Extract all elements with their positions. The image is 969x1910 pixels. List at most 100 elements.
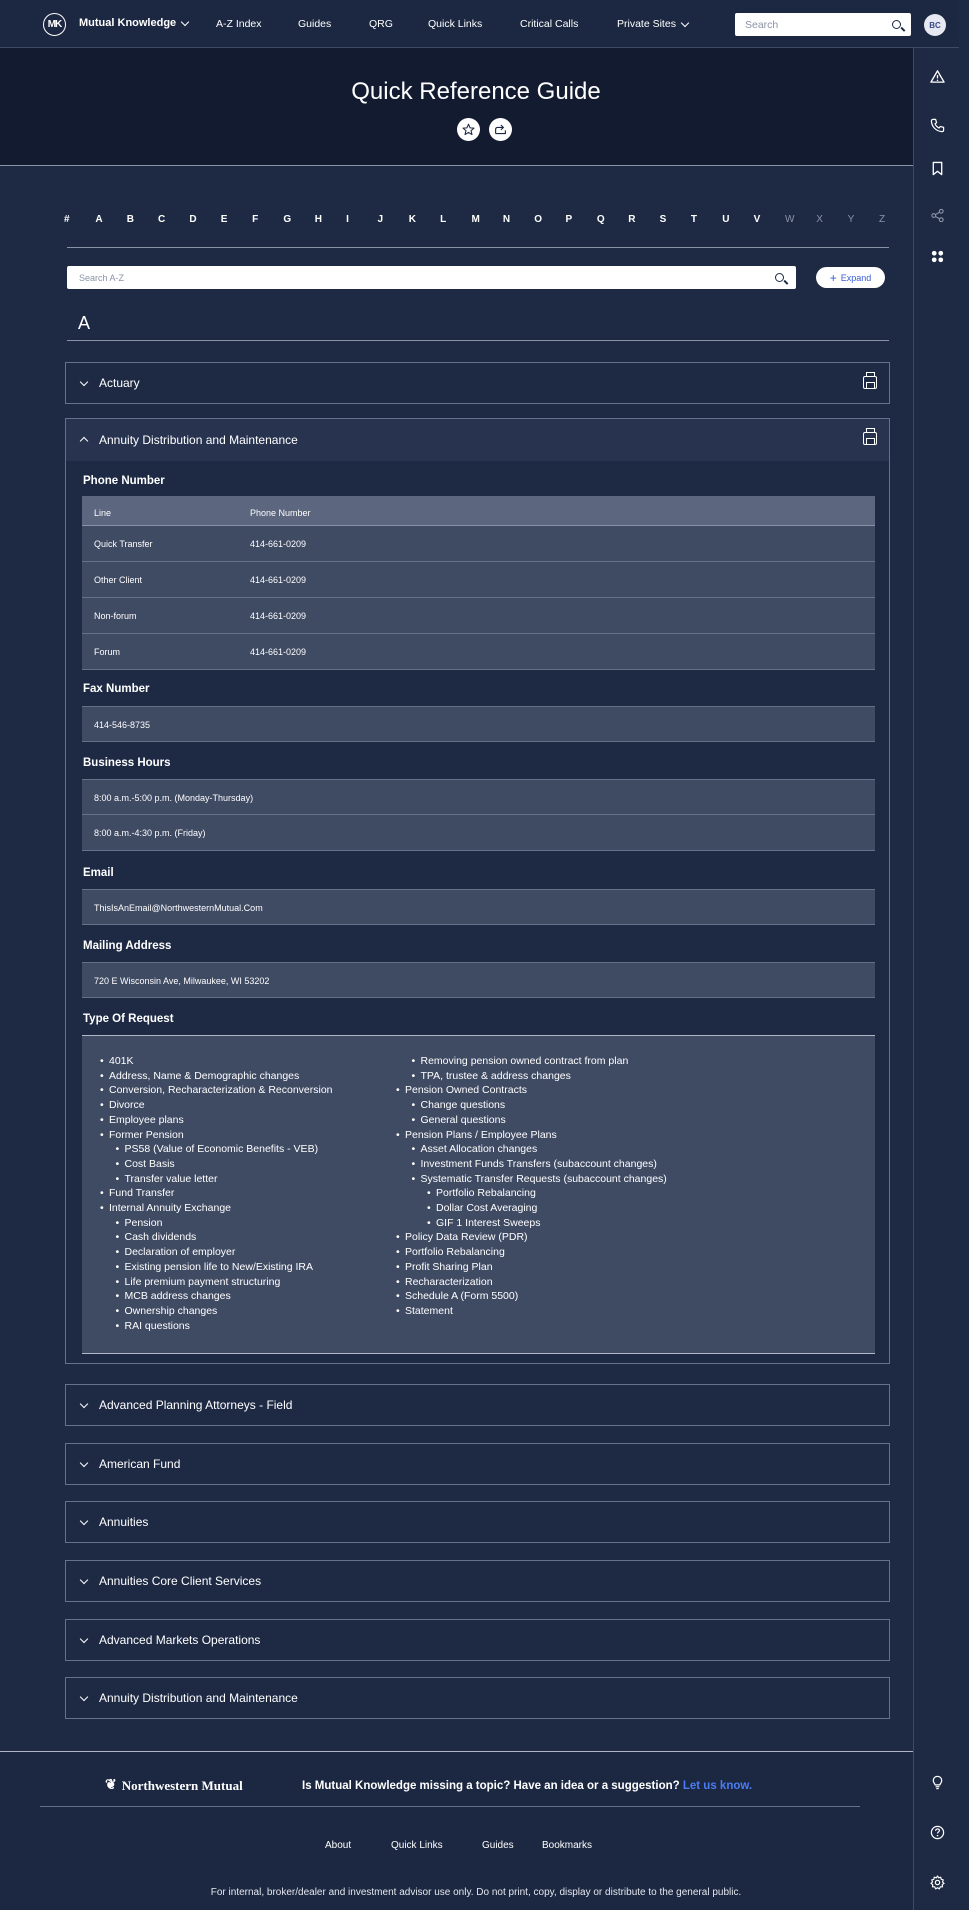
request-list-right: Removing pension owned contract from pla… — [396, 1054, 667, 1319]
alphabet-letter-i[interactable]: I — [346, 214, 349, 225]
favorite-button[interactable] — [457, 118, 480, 141]
list-item: Internal Annuity Exchange — [100, 1201, 333, 1216]
accordion-title: Actuary — [99, 376, 140, 390]
list-item: Removing pension owned contract from pla… — [411, 1054, 667, 1069]
footer-link-bookmarks[interactable]: Bookmarks — [542, 1840, 592, 1851]
alphabet-letter-o[interactable]: O — [534, 214, 542, 225]
nav-az-index[interactable]: A-Z Index — [216, 18, 262, 30]
alphabet-letter-z: Z — [879, 214, 886, 225]
list-item: 401K — [100, 1054, 333, 1069]
nav-guides[interactable]: Guides — [298, 18, 331, 30]
alphabet-letter-j[interactable]: J — [377, 214, 383, 225]
accordion-annuities-core[interactable]: Annuities Core Client Services — [65, 1560, 890, 1602]
printer-icon[interactable] — [863, 428, 877, 445]
footer: ❦ Northwestern Mutual Is Mutual Knowledg… — [0, 1751, 913, 1910]
alphabet-letter-d[interactable]: D — [189, 214, 196, 225]
expand-all-button[interactable]: + Expand — [816, 267, 885, 288]
list-item: 720 E Wisconsin Ave, Milwaukee, WI 53202 — [82, 962, 875, 998]
alphabet-letter-l[interactable]: L — [440, 214, 446, 225]
alphabet-letter-v[interactable]: V — [754, 214, 761, 225]
list-item: Declaration of employer — [115, 1245, 333, 1260]
email-value[interactable]: ThisIsAnEmail@NorthwesternMutual.Com — [94, 903, 263, 913]
apps-grid-icon[interactable] — [930, 249, 945, 264]
cell-phone[interactable]: 414-661-0209 — [250, 539, 306, 549]
divider — [40, 1806, 860, 1807]
alphabet-letter-m[interactable]: M — [472, 214, 480, 225]
list-item: Asset Allocation changes — [411, 1142, 667, 1157]
bookmark-icon[interactable] — [930, 161, 945, 176]
alphabet-letter-a[interactable]: A — [95, 214, 102, 225]
cell-line: Non-forum — [94, 611, 137, 621]
share-icon[interactable] — [930, 208, 945, 223]
search-icon[interactable] — [892, 20, 901, 29]
alphabet-letter-p[interactable]: P — [566, 214, 573, 225]
alphabet-letter-q[interactable]: Q — [597, 214, 605, 225]
alphabet-letter-t[interactable]: T — [691, 214, 697, 225]
accordion-advanced-markets[interactable]: Advanced Markets Operations — [65, 1619, 890, 1661]
user-avatar[interactable]: BC — [924, 14, 946, 36]
list-item: Pension — [115, 1216, 333, 1231]
search-icon[interactable] — [775, 273, 784, 282]
footer-link-guides[interactable]: Guides — [482, 1840, 514, 1851]
nav-private-sites[interactable]: Private Sites — [617, 18, 690, 30]
alphabet-letter-hash[interactable]: # — [64, 214, 70, 225]
nav-critical-calls[interactable]: Critical Calls — [520, 18, 578, 30]
global-search-input[interactable]: Search — [735, 13, 911, 36]
cell-phone[interactable]: 414-661-0209 — [250, 575, 306, 585]
alphabet-letter-u[interactable]: U — [722, 214, 729, 225]
table-row: Forum 414-661-0209 — [82, 634, 875, 670]
email-box: ThisIsAnEmail@NorthwesternMutual.Com — [82, 889, 875, 925]
accordion-header[interactable]: Annuity Distribution and Maintenance — [66, 419, 889, 461]
list-item: Recharacterization — [396, 1275, 667, 1290]
help-icon[interactable] — [930, 1825, 945, 1840]
list-item: Address, Name & Demographic changes — [100, 1069, 333, 1084]
alphabet-letter-k[interactable]: K — [409, 214, 416, 225]
section-title-email: Email — [83, 867, 114, 879]
alphabet-letter-r[interactable]: R — [628, 214, 635, 225]
cell-phone[interactable]: 414-661-0209 — [250, 611, 306, 621]
alphabet-letter-g[interactable]: G — [283, 214, 291, 225]
alphabet-letter-e[interactable]: E — [221, 214, 228, 225]
accordion-annuity-distribution[interactable]: Annuity Distribution and Maintenance — [65, 1677, 890, 1719]
list-item: Conversion, Recharacterization & Reconve… — [100, 1083, 333, 1098]
alphabet-letter-s[interactable]: S — [660, 214, 667, 225]
cell-phone[interactable]: 414-661-0209 — [250, 647, 306, 657]
hours-box: 8:00 a.m.-5:00 p.m. (Monday-Thursday) 8:… — [82, 779, 875, 851]
list-item: 8:00 a.m.-5:00 p.m. (Monday-Thursday) — [82, 779, 875, 815]
footer-link-quick-links[interactable]: Quick Links — [391, 1840, 443, 1851]
alphabet-index: # A B C D E F G H I J K L M N O P Q R S T U V W X Y Z — [64, 214, 886, 234]
share-button[interactable] — [489, 118, 512, 141]
printer-icon[interactable] — [863, 372, 877, 389]
star-icon — [462, 123, 475, 136]
list-item: Schedule A (Form 5500) — [396, 1289, 667, 1304]
lightbulb-icon[interactable] — [930, 1775, 945, 1790]
az-search-input[interactable]: Search A-Z — [67, 266, 796, 289]
accordion-annuity-distribution-open: Annuity Distribution and Maintenance Pho… — [65, 418, 890, 1364]
northwestern-mutual-logo[interactable]: ❦ Northwestern Mutual — [105, 1777, 243, 1794]
accordion-advanced-planning[interactable]: Advanced Planning Attorneys - Field — [65, 1384, 890, 1426]
accordion-title: Annuities — [99, 1515, 149, 1529]
list-item: Portfolio Rebalancing — [396, 1245, 667, 1260]
alphabet-letter-b[interactable]: B — [127, 214, 134, 225]
alphabet-letter-c[interactable]: C — [158, 214, 165, 225]
let-us-know-link[interactable]: Let us know. — [683, 1780, 752, 1792]
alphabet-letter-n[interactable]: N — [503, 214, 510, 225]
right-toolbar — [913, 48, 959, 1910]
alphabet-letter-h[interactable]: H — [315, 214, 322, 225]
mailing-box: 720 E Wisconsin Ave, Milwaukee, WI 53202 — [82, 962, 875, 998]
brand-menu[interactable]: Mutual Knowledge — [79, 17, 190, 29]
phone-table: Line Phone Number Quick Transfer 414-661… — [82, 496, 875, 670]
mk-logo-icon[interactable]: MK — [43, 13, 66, 36]
accordion-actuary[interactable]: Actuary — [65, 362, 890, 404]
nav-qrg[interactable]: QRG — [369, 18, 393, 30]
accordion-american-fund[interactable]: American Fund — [65, 1443, 890, 1485]
footer-link-about[interactable]: About — [325, 1840, 351, 1851]
alphabet-letter-x: X — [816, 214, 823, 225]
list-item: 414-546-8735 — [82, 706, 875, 742]
list-item: Cost Basis — [115, 1157, 333, 1172]
phone-icon[interactable] — [930, 118, 945, 133]
accordion-annuities[interactable]: Annuities — [65, 1501, 890, 1543]
hours-value: 8:00 a.m.-5:00 p.m. (Monday-Thursday) — [94, 793, 254, 803]
nav-quick-links[interactable]: Quick Links — [428, 18, 482, 30]
alphabet-letter-f[interactable]: F — [252, 214, 258, 225]
